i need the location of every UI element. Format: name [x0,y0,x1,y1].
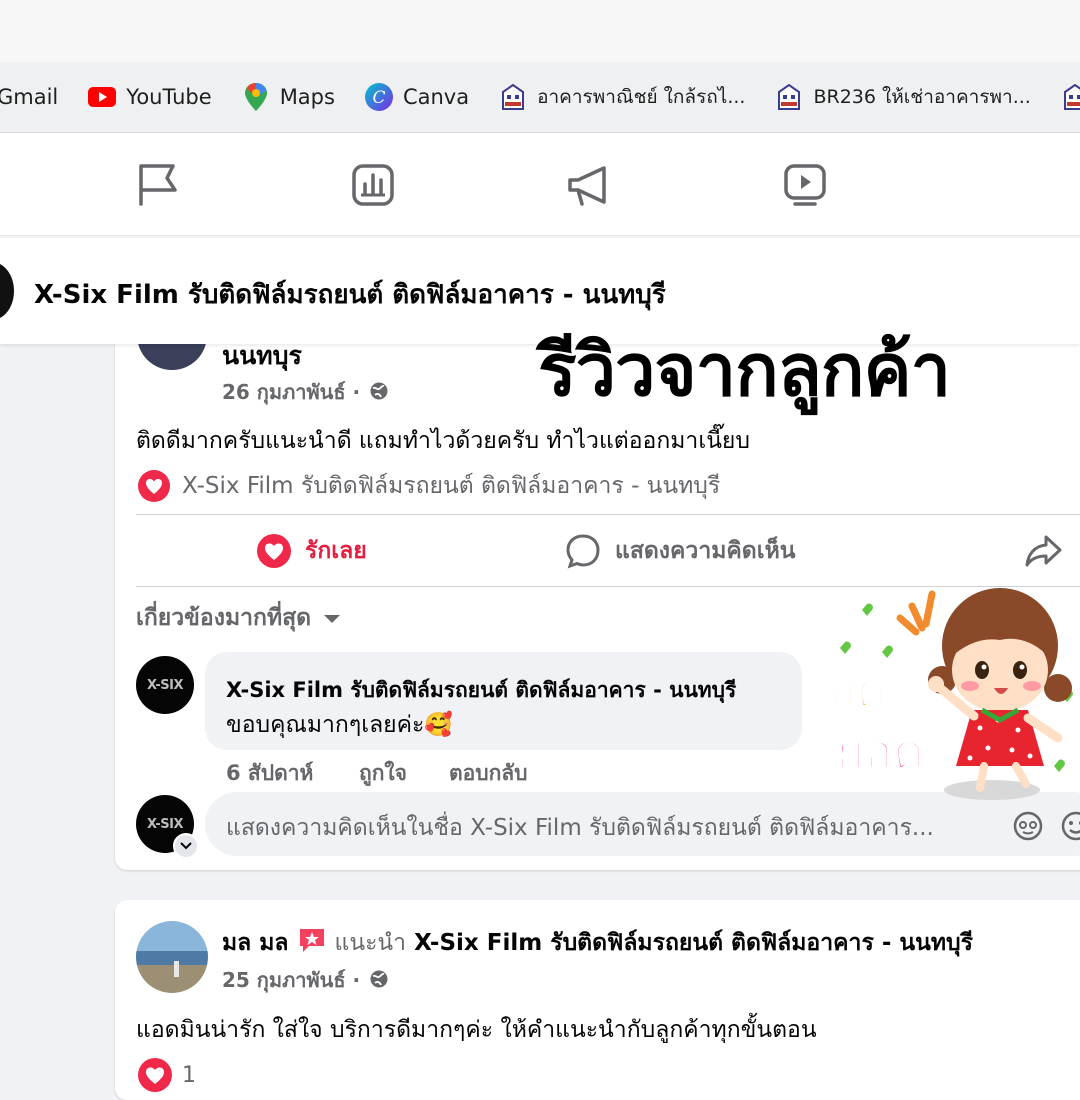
youtube-icon [88,83,117,111]
page-title[interactable]: X-Six Film รับติดฟิล์มรถยนต์ ติดฟิล์มอาค… [34,274,666,315]
post-date[interactable]: 25 กุมภาพันธ์ · [222,964,389,996]
bookmarks-bar: Gmail YouTube Maps C Canva อาคารพาณิชย์ … [0,62,1080,133]
share-button[interactable] [1024,533,1064,569]
recommend-flag-icon [297,926,327,960]
avatar-logo-text: X-SIX [146,677,184,693]
avatar[interactable] [136,921,208,993]
post-date[interactable]: 26 กุมภาพันธ์ · [222,376,389,408]
bookmark-youtube[interactable]: YouTube [88,83,212,111]
page-avatar [0,262,14,320]
sort-comments-button[interactable]: เกี่ยวข้องมากที่สุด [136,600,341,636]
post-header-line: มล มล แนะนำ X-Six Film รับติดฟิล์มรถยนต์… [222,925,973,961]
globe-icon [369,381,389,406]
recommends-word: แนะนำ [334,930,407,956]
post-text: แอดมินน่ารัก ใส่ใจ บริการดีมากๆค่ะ ให้คำ… [136,1017,817,1043]
svg-text:ยอด: ยอด [836,724,924,780]
love-button[interactable]: รักเลย [257,533,367,569]
svg-text:C: C [372,88,385,108]
reaction-count: 1 [182,1062,196,1088]
overlay-title: รีวิวจากลูกค้า [538,328,951,412]
sort-label: เกี่ยวข้องมากที่สุด [136,605,312,631]
maps-icon [242,83,270,111]
heart-icon [138,1058,172,1092]
share-icon [1024,533,1064,569]
building-icon [775,83,803,111]
bookmark-label: อาคารพาณิชย์ ใกล้รถไ... [537,86,746,108]
comment-time[interactable]: 6 สัปดาห์ [226,757,313,790]
video-icon[interactable] [783,160,827,210]
post-date-text: 25 กุมภาพันธ์ · [222,968,361,992]
divider [136,514,1080,515]
bookmark-label: BR236 ให้เช่าอาคารพา... [813,86,1031,108]
avatar-logo-text: X-SIX [146,816,184,832]
recommends-line[interactable]: X-Six Film รับติดฟิล์มรถยนต์ ติดฟิล์มอาค… [138,468,720,504]
account-switch-icon[interactable] [173,833,199,859]
flag-icon[interactable] [137,160,181,210]
browser-chrome [0,0,1080,62]
sticker-image: สุด ยอด [822,588,1080,807]
divider [136,586,1080,587]
bookmark-building-3[interactable] [1061,83,1080,111]
emoji-icon[interactable] [1060,810,1080,846]
avatar[interactable]: X-SIX [136,656,194,714]
comment-label: แสดงความคิดเห็น [615,538,796,564]
comment-icon [565,533,601,569]
recommended-page[interactable]: X-Six Film รับติดฟิล์มรถยนต์ ติดฟิล์มอาค… [414,925,973,961]
bookmark-label: Gmail [0,85,59,109]
building-icon [499,83,527,111]
recommends-page-name: X-Six Film รับติดฟิล์มรถยนต์ ติดฟิล์มอาค… [182,473,721,499]
avatar-sticker-icon[interactable] [1012,810,1044,846]
insights-icon[interactable] [351,160,395,210]
bookmark-label: YouTube [126,85,212,109]
bookmark-gmail[interactable]: Gmail [0,85,58,109]
like-link[interactable]: ถูกใจ [359,757,407,790]
comment-input-placeholder: แสดงความคิดเห็นในชื่อ X-Six Film รับติดฟ… [226,815,934,841]
comment-button[interactable]: แสดงความคิดเห็น [565,533,795,569]
post-date-text: 26 กุมภาพันธ์ · [222,380,361,404]
reply-link[interactable]: ตอบกลับ [449,757,528,790]
love-label: รักเลย [305,538,367,564]
building-icon [1061,83,1080,111]
globe-icon [369,969,389,994]
post-text: ติดดีมากครับแนะนำดี แถมทำไวด้วยครับ ทำไว… [136,428,750,454]
bookmark-canva[interactable]: C Canva [364,83,470,111]
megaphone-icon[interactable] [566,160,610,210]
caret-down-icon [323,605,341,631]
comment-author[interactable]: X-Six Film รับติดฟิล์มรถยนต์ ติดฟิล์มอาค… [226,674,736,707]
canva-icon: C [364,83,393,111]
svg-text:สุด: สุด [830,666,885,719]
reaction-summary[interactable]: 1 [138,1058,196,1092]
bookmark-building-2[interactable]: BR236 ให้เช่าอาคารพา... [775,82,1031,112]
heart-icon [138,470,170,502]
post-author[interactable]: มล มล [222,925,289,961]
bookmark-building-1[interactable]: อาคารพาณิชย์ ใกล้รถไ... [499,82,745,112]
bookmark-maps[interactable]: Maps [242,83,335,111]
comment-text: ขอบคุณมากๆเลยค่ะ🥰 [226,712,454,738]
bookmark-label: Canva [402,85,470,109]
heart-icon [257,534,291,568]
bookmark-label: Maps [279,85,335,109]
